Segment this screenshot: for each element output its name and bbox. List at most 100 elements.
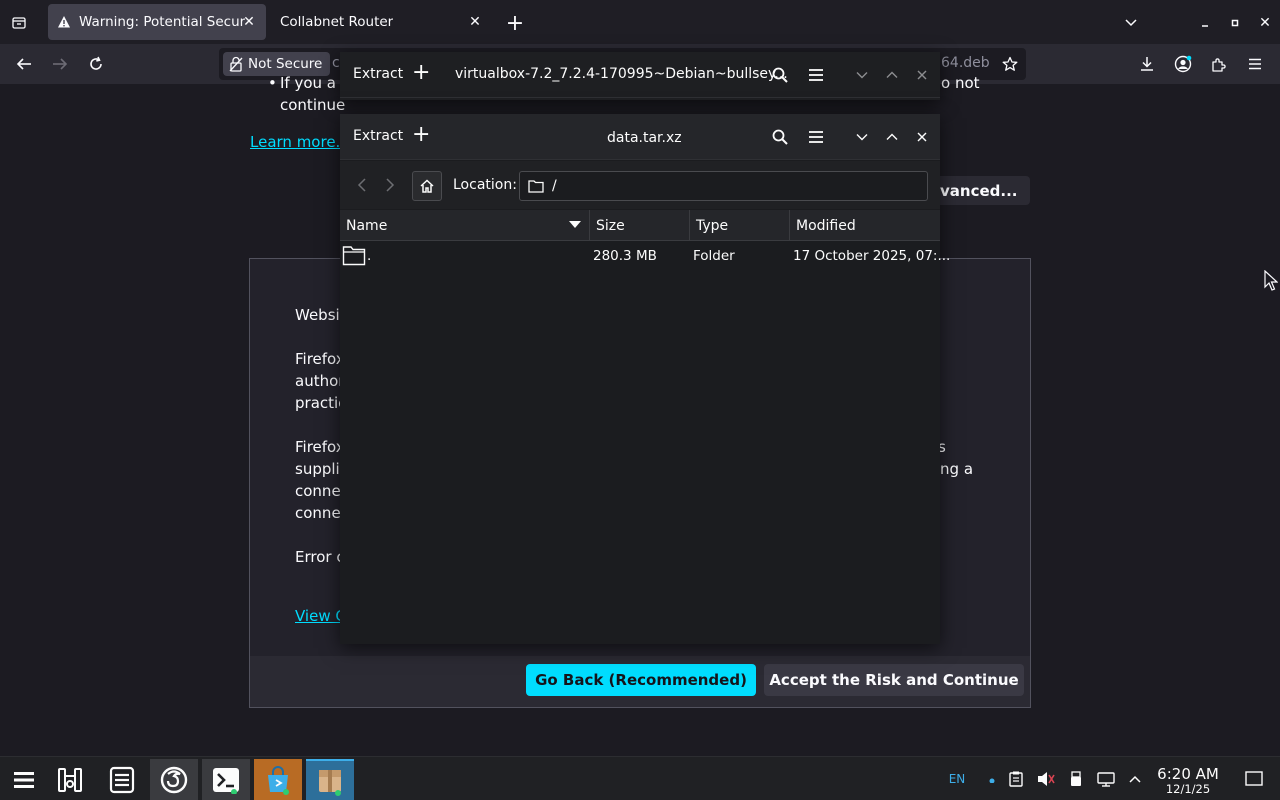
tab-bar: Warning: Potential Security Risk Ahead ✕… [0, 0, 1280, 44]
ark-archiver-icon[interactable] [306, 759, 354, 800]
advanced-text: author [295, 372, 345, 390]
downloads-icon[interactable] [1136, 53, 1158, 75]
usb-device-icon[interactable] [1066, 769, 1086, 789]
url-text-tail[interactable]: 64.deb [941, 55, 990, 71]
error-code-text: Error c [295, 548, 345, 566]
column-modified[interactable]: Modified [790, 210, 940, 241]
tab-list-icon[interactable] [8, 12, 30, 34]
window-title: data.tar.xz [607, 130, 682, 146]
go-back-button[interactable]: Go Back (Recommended) [526, 664, 756, 696]
url-text[interactable]: c [332, 55, 340, 71]
new-tab-icon[interactable]: + [504, 11, 526, 36]
ark-window-background[interactable]: Extract + virtualbox-7.2_7.2.4-170995~De… [340, 52, 940, 100]
advanced-text: conne [295, 504, 341, 522]
mouse-cursor-icon [1264, 269, 1279, 296]
extract-button[interactable]: Extract [353, 128, 403, 144]
bookmark-star-icon[interactable] [999, 53, 1021, 75]
learn-more-link[interactable]: Learn more... [250, 131, 350, 153]
column-label: Name [346, 217, 388, 234]
notification-dot-icon[interactable] [982, 769, 1002, 789]
forward-arrow-icon[interactable] [376, 171, 404, 199]
close-icon[interactable] [911, 126, 933, 148]
advanced-text: Firefox [295, 438, 345, 456]
hamburger-menu-icon[interactable] [805, 64, 827, 86]
show-desktop-icon[interactable] [1244, 769, 1264, 789]
accept-risk-button[interactable]: Accept the Risk and Continue [764, 664, 1024, 696]
table-row[interactable]: . 280.3 MB Folder 17 October 2025, 07:..… [340, 242, 950, 270]
chevron-up-icon[interactable] [1125, 769, 1145, 789]
sort-descending-icon [569, 221, 581, 229]
search-icon[interactable] [769, 64, 791, 86]
advanced-text: Websit [295, 306, 346, 324]
forward-icon[interactable] [48, 53, 72, 75]
file-name: . [367, 248, 372, 264]
application-launcher-icon[interactable] [0, 759, 48, 800]
advanced-text: Firefox [295, 350, 345, 368]
location-field[interactable]: / [519, 171, 928, 201]
column-name[interactable]: Name [340, 210, 590, 241]
account-icon[interactable] [1172, 53, 1194, 75]
search-icon[interactable] [769, 126, 791, 148]
advanced-text: conne [295, 482, 341, 500]
bullet-text-line2: continue [280, 96, 346, 114]
system-settings-icon[interactable] [46, 759, 94, 800]
file-manager-icon[interactable] [98, 759, 146, 800]
location-value: / [552, 178, 557, 194]
reload-icon[interactable] [84, 53, 108, 75]
tab-collabnet-router[interactable]: Collabnet Router ✕ [268, 4, 492, 40]
minimize-icon[interactable] [1196, 12, 1214, 34]
column-label: Size [596, 217, 625, 234]
hamburger-menu-icon[interactable] [805, 126, 827, 148]
add-icon[interactable]: + [412, 124, 430, 146]
column-size[interactable]: Size [590, 210, 690, 241]
ark-window-foreground[interactable]: Extract + data.tar.xz Location: / Name S… [340, 114, 950, 644]
column-type[interactable]: Type [690, 210, 790, 241]
close-icon[interactable]: ✕ [466, 13, 484, 31]
advanced-panel-footer: Go Back (Recommended) Accept the Risk an… [250, 656, 1030, 707]
ark-toolbar: Extract + virtualbox-7.2_7.2.4-170995~De… [340, 52, 940, 98]
back-arrow-icon[interactable] [348, 171, 376, 199]
maximize-icon[interactable] [881, 126, 903, 148]
close-icon[interactable]: ✕ [240, 13, 258, 31]
minimize-icon[interactable] [851, 126, 873, 148]
network-wired-icon[interactable] [1096, 769, 1116, 789]
folder-icon [528, 179, 544, 193]
clock-time[interactable]: 6:20 AM [1152, 765, 1224, 783]
back-icon[interactable] [12, 53, 36, 75]
ark-toolbar: Extract + data.tar.xz [340, 114, 940, 160]
menu-icon[interactable] [1244, 53, 1266, 75]
file-size: 280.3 MB [593, 248, 657, 264]
firefox-icon[interactable] [150, 759, 198, 800]
close-icon[interactable]: ✕ [1256, 12, 1274, 34]
chevron-down-icon[interactable] [1120, 12, 1142, 34]
file-type: Folder [693, 248, 735, 264]
warning-icon [57, 15, 71, 29]
discover-store-icon[interactable] [254, 759, 302, 800]
tab-title: Collabnet Router [280, 14, 394, 30]
lock-warning-icon [229, 56, 243, 72]
clipboard-icon[interactable] [1006, 769, 1026, 789]
home-icon[interactable] [412, 171, 442, 201]
add-icon[interactable]: + [412, 62, 430, 84]
folder-icon [342, 244, 366, 266]
column-label: Type [696, 217, 729, 234]
location-label: Location: [453, 177, 517, 193]
tab-security-warning[interactable]: Warning: Potential Security Risk Ahead ✕ [48, 4, 266, 40]
column-header: Name Size Type Modified [340, 210, 940, 241]
volume-muted-icon[interactable] [1036, 769, 1056, 789]
keyboard-layout-indicator[interactable]: EN [946, 769, 968, 789]
terminal-icon[interactable] [202, 759, 250, 800]
location-bar: Location: / [340, 161, 940, 209]
close-icon[interactable] [911, 64, 933, 86]
clock-date[interactable]: 12/1/25 [1152, 782, 1224, 796]
maximize-icon[interactable] [1226, 12, 1244, 34]
security-label: Not Secure [248, 56, 323, 72]
minimize-icon[interactable] [851, 64, 873, 86]
bullet-dot: • [268, 74, 277, 92]
view-certificate-link[interactable]: View C [295, 605, 346, 627]
extract-button[interactable]: Extract [353, 66, 403, 82]
window-title: virtualbox-7.2_7.2.4-170995~Debian~bulls… [455, 66, 788, 82]
maximize-icon[interactable] [881, 64, 903, 86]
extensions-icon[interactable] [1208, 53, 1230, 75]
file-modified: 17 October 2025, 07:... [793, 248, 951, 264]
